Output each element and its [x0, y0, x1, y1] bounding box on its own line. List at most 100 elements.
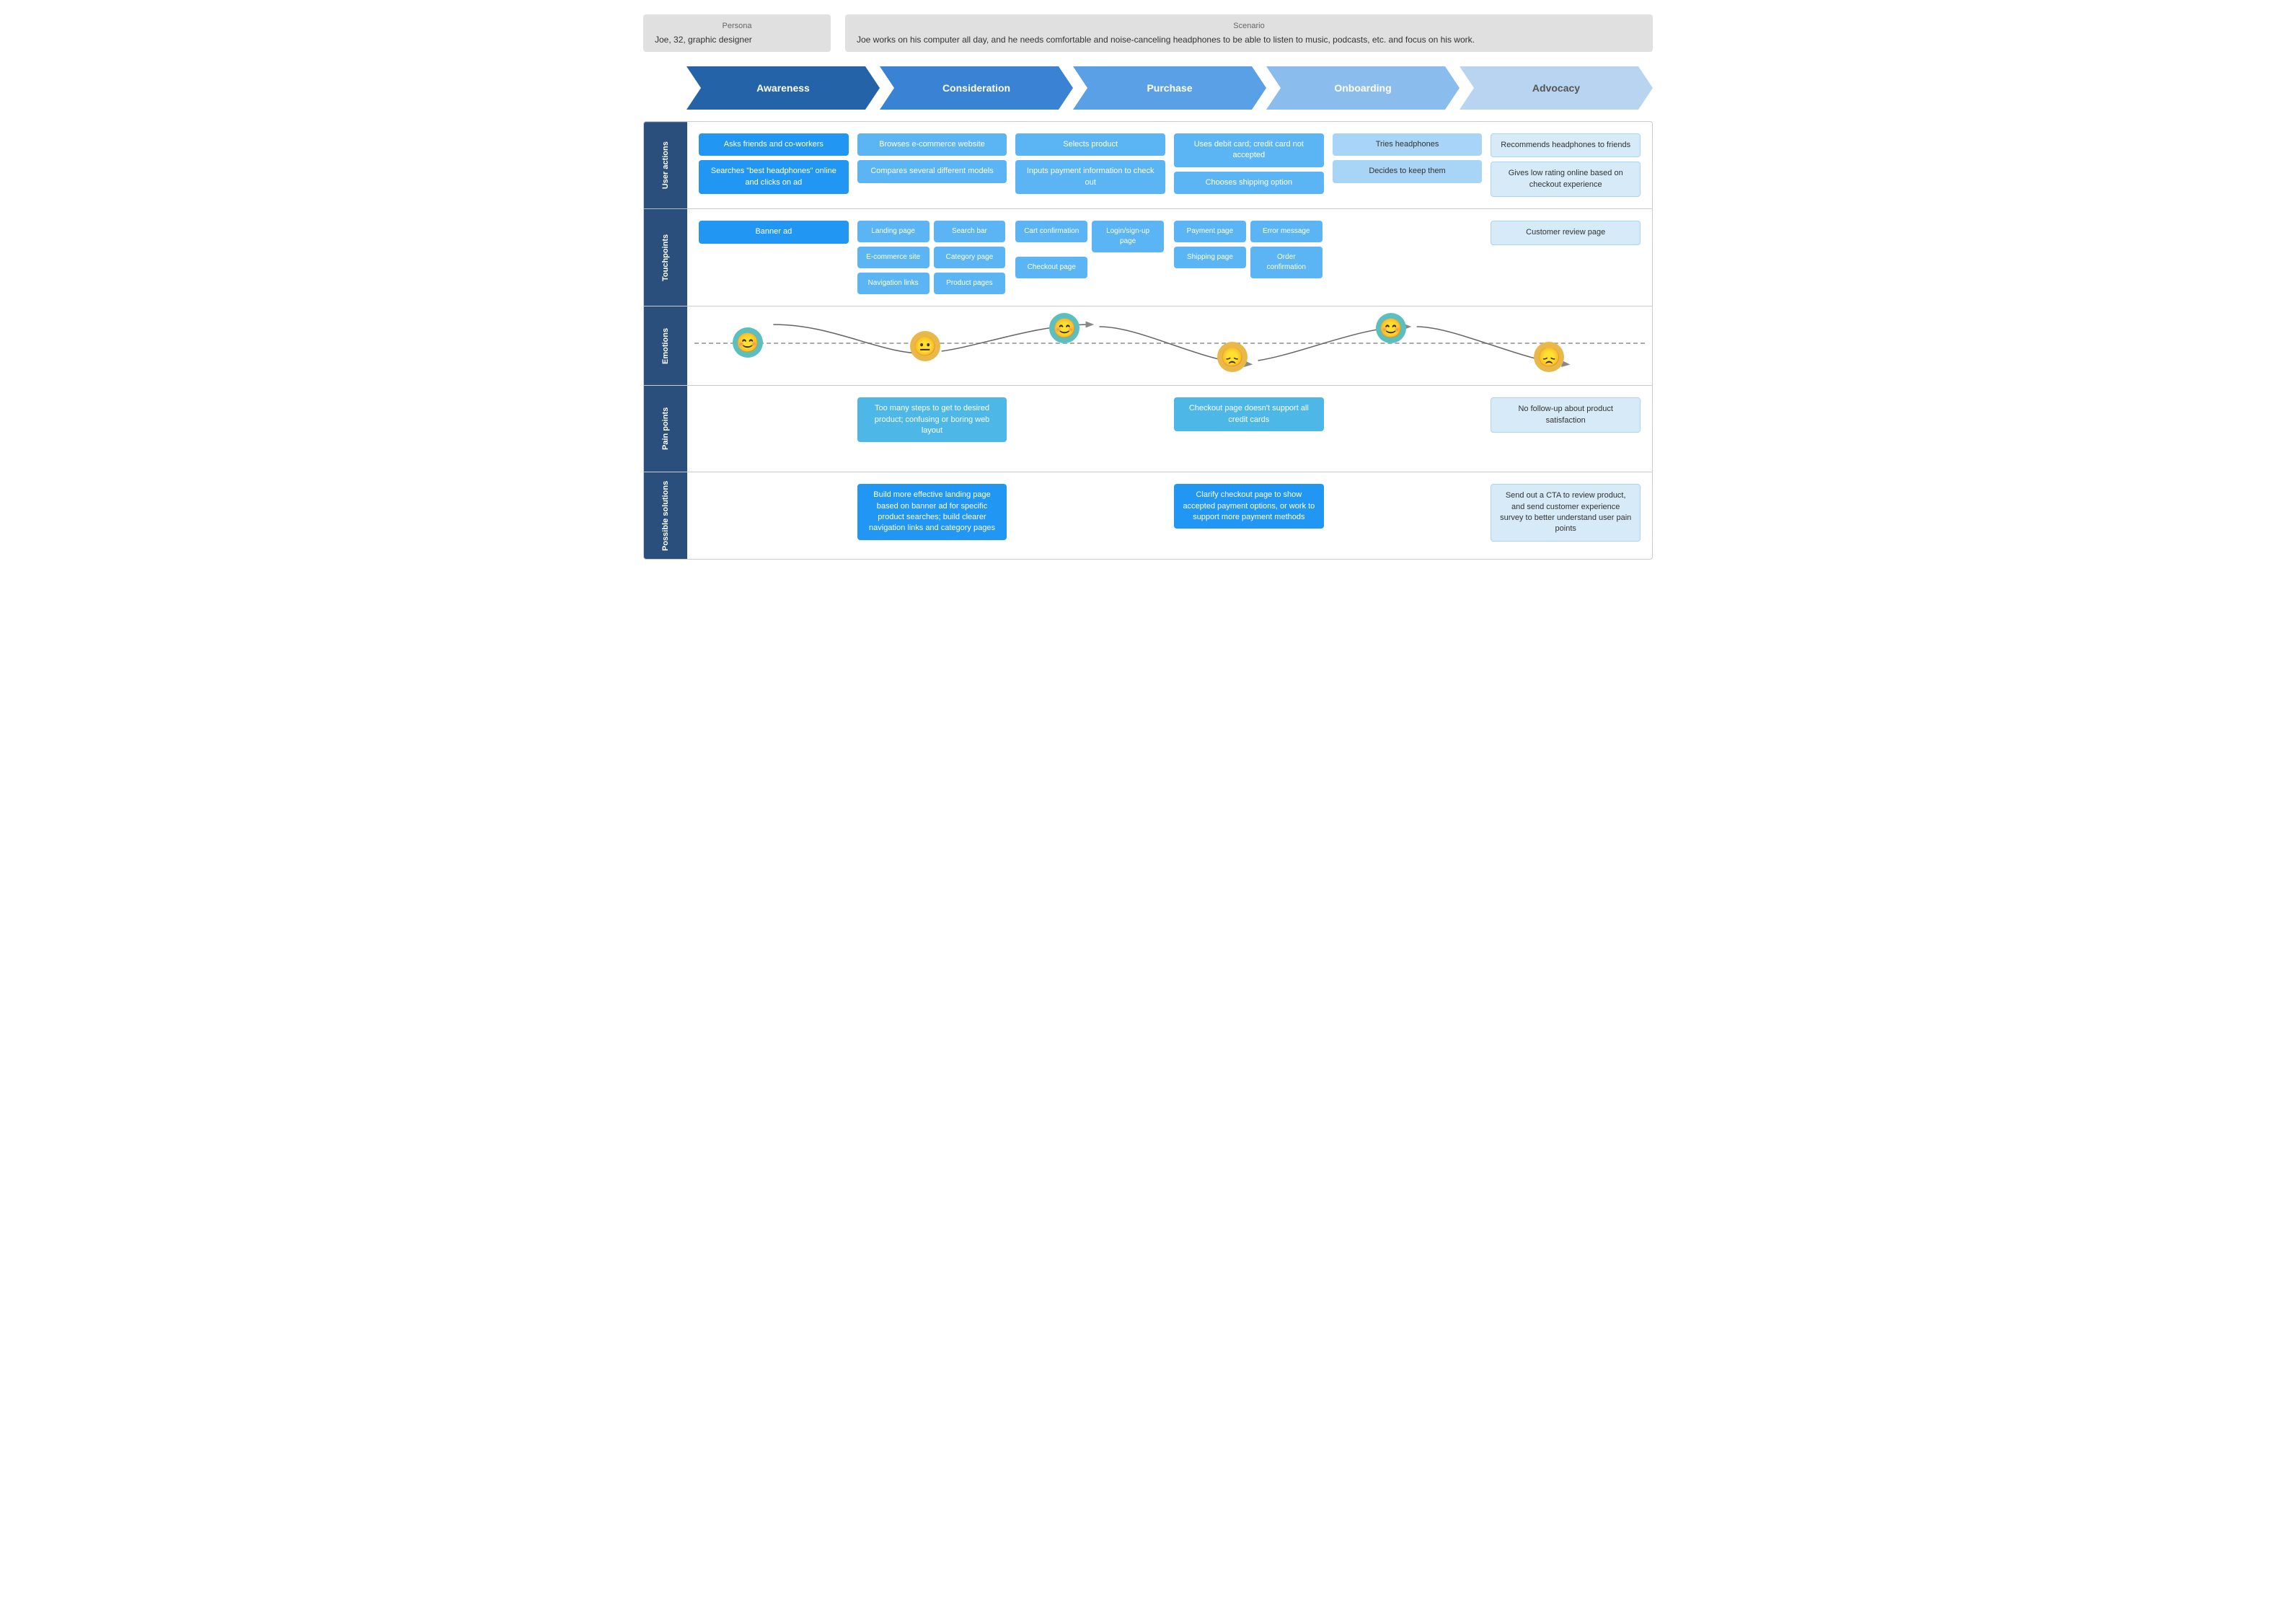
col-3: Payment pageError messageShipping pageOr… — [1170, 216, 1328, 299]
col-5: No follow-up about product satisfaction — [1486, 393, 1645, 464]
emotions-content: 😊 😐 😊 😞 😊 😞 — [687, 306, 1652, 385]
pain-points-label: Pain points — [644, 386, 687, 472]
card-item: Payment page — [1174, 221, 1246, 242]
col-0: Asks friends and co-workers Searches "bes… — [694, 129, 853, 201]
col-4 — [1328, 393, 1487, 464]
col-5: Recommends headphones to friends Gives lo… — [1486, 129, 1645, 201]
top-info: Persona Joe, 32, graphic designer Scenar… — [643, 14, 1653, 52]
col-3: Uses debit card; credit card not accepte… — [1170, 129, 1328, 201]
card-item: Compares several different models — [857, 160, 1007, 182]
card-item: Recommends headphones to friends — [1491, 133, 1641, 157]
col-4 — [1328, 216, 1487, 299]
card-item: Inputs payment information to check out — [1015, 160, 1165, 194]
card-item: Tries headphones — [1333, 133, 1483, 156]
emotions-row: Emotions — [644, 306, 1652, 386]
stage-awareness: Awareness — [686, 66, 880, 110]
user-actions-row: User actions Asks friends and co-workers… — [644, 122, 1652, 209]
card-item: Order confirmation — [1250, 247, 1323, 278]
card-item: Decides to keep them — [1333, 160, 1483, 182]
col-3: Checkout page doesn't support all credit… — [1170, 393, 1328, 464]
col-0 — [694, 480, 853, 552]
stages-row: Awareness Consideration Purchase Onboard… — [643, 66, 1653, 110]
col-4: Tries headphones Decides to keep them — [1328, 129, 1487, 201]
card-item: Navigation links — [857, 273, 930, 294]
user-actions-label: User actions — [644, 122, 687, 208]
col-1: Landing pageSearch barE-commerce siteCat… — [853, 216, 1012, 299]
persona-value: Joe, 32, graphic designer — [655, 35, 819, 45]
card-item: Uses debit card; credit card not accepte… — [1174, 133, 1324, 167]
col-4 — [1328, 480, 1487, 552]
card-item: Search bar — [934, 221, 1006, 242]
card-item: Searches "best headphones" online and cl… — [699, 160, 849, 194]
card-item: E-commerce site — [857, 247, 930, 268]
card-item: Too many steps to get to desired product… — [857, 397, 1007, 442]
touchpoints-content: Banner adLanding pageSearch barE-commerc… — [687, 209, 1652, 306]
col-2 — [1011, 480, 1170, 552]
col-5: Customer review page — [1486, 216, 1645, 299]
possible-solutions-content: Build more effective landing page based … — [687, 472, 1652, 559]
scenario-box: Scenario Joe works on his computer all d… — [845, 14, 1653, 52]
user-actions-content: Asks friends and co-workers Searches "bes… — [687, 122, 1652, 208]
card-item: Shipping page — [1174, 247, 1246, 268]
persona-box: Persona Joe, 32, graphic designer — [643, 14, 831, 52]
emoji-happy-4: 😊 — [1376, 313, 1406, 343]
card-item: No follow-up about product satisfaction — [1491, 397, 1641, 433]
col-5: Send out a CTA to review product, and se… — [1486, 480, 1645, 552]
card-item: Selects product — [1015, 133, 1165, 156]
card-item: Product pages — [934, 273, 1006, 294]
journey-table: User actions Asks friends and co-workers… — [643, 121, 1653, 560]
col-2 — [1011, 393, 1170, 464]
col-1: Browses e-commerce website Compares sever… — [853, 129, 1012, 201]
stage-consideration: Consideration — [880, 66, 1073, 110]
card-item: Asks friends and co-workers — [699, 133, 849, 156]
touchpoints-label: Touchpoints — [644, 209, 687, 306]
card-item: Checkout page — [1015, 257, 1087, 278]
emoji-happy-2: 😊 — [1049, 313, 1079, 343]
touchpoints-row: Touchpoints Banner adLanding pageSearch … — [644, 209, 1652, 306]
col-2: Selects product Inputs payment informatio… — [1011, 129, 1170, 201]
card-item: Checkout page doesn't support all credit… — [1174, 397, 1324, 431]
card-item: Cart confirmation — [1015, 221, 1087, 242]
persona-label: Persona — [655, 22, 819, 30]
stage-purchase: Purchase — [1073, 66, 1266, 110]
emotion-face-3: 😞 — [1217, 342, 1248, 372]
emotion-face-4: 😊 — [1376, 313, 1406, 343]
scenario-value: Joe works on his computer all day, and h… — [857, 35, 1641, 45]
card-item: Customer review page — [1491, 221, 1641, 244]
card-item: Error message — [1250, 221, 1323, 242]
emotions-label: Emotions — [644, 306, 687, 385]
card-item: Login/sign-up page — [1092, 221, 1164, 252]
emotion-face-5: 😞 — [1534, 342, 1564, 372]
emotion-face-2: 😊 — [1049, 313, 1079, 343]
pain-points-row: Pain points Too many steps to get to des… — [644, 386, 1652, 472]
emotion-baseline — [694, 343, 1645, 344]
card-item: Gives low rating online based on checkou… — [1491, 162, 1641, 197]
col-2: Cart confirmationLogin/sign-up pageCheck… — [1011, 216, 1170, 299]
emoji-sad-3: 😞 — [1217, 342, 1248, 372]
card-item: Browses e-commerce website — [857, 133, 1007, 156]
stage-advocacy: Advocacy — [1460, 66, 1653, 110]
card-item: Chooses shipping option — [1174, 172, 1324, 194]
emotion-face-0: 😊 — [733, 327, 763, 358]
page-wrapper: Persona Joe, 32, graphic designer Scenar… — [643, 14, 1653, 560]
emoji-neutral-1: 😐 — [910, 331, 940, 361]
emoji-sad-5: 😞 — [1534, 342, 1564, 372]
col-1: Build more effective landing page based … — [853, 480, 1012, 552]
col-0: Banner ad — [694, 216, 853, 299]
emotion-face-1: 😐 — [910, 331, 940, 361]
stage-onboarding: Onboarding — [1266, 66, 1460, 110]
possible-solutions-row: Possible solutions Build more effective … — [644, 472, 1652, 559]
card-item: Send out a CTA to review product, and se… — [1491, 484, 1641, 542]
card-item: Banner ad — [699, 221, 849, 243]
card-item: Landing page — [857, 221, 930, 242]
card-item: Build more effective landing page based … — [857, 484, 1007, 540]
card-item: Clarify checkout page to show accepted p… — [1174, 484, 1324, 529]
scenario-label: Scenario — [857, 22, 1641, 30]
possible-solutions-label: Possible solutions — [644, 472, 687, 559]
emoji-happy-0: 😊 — [733, 327, 763, 358]
col-3: Clarify checkout page to show accepted p… — [1170, 480, 1328, 552]
col-0 — [694, 393, 853, 464]
card-item: Category page — [934, 247, 1006, 268]
col-1: Too many steps to get to desired product… — [853, 393, 1012, 464]
pain-points-content: Too many steps to get to desired product… — [687, 386, 1652, 472]
